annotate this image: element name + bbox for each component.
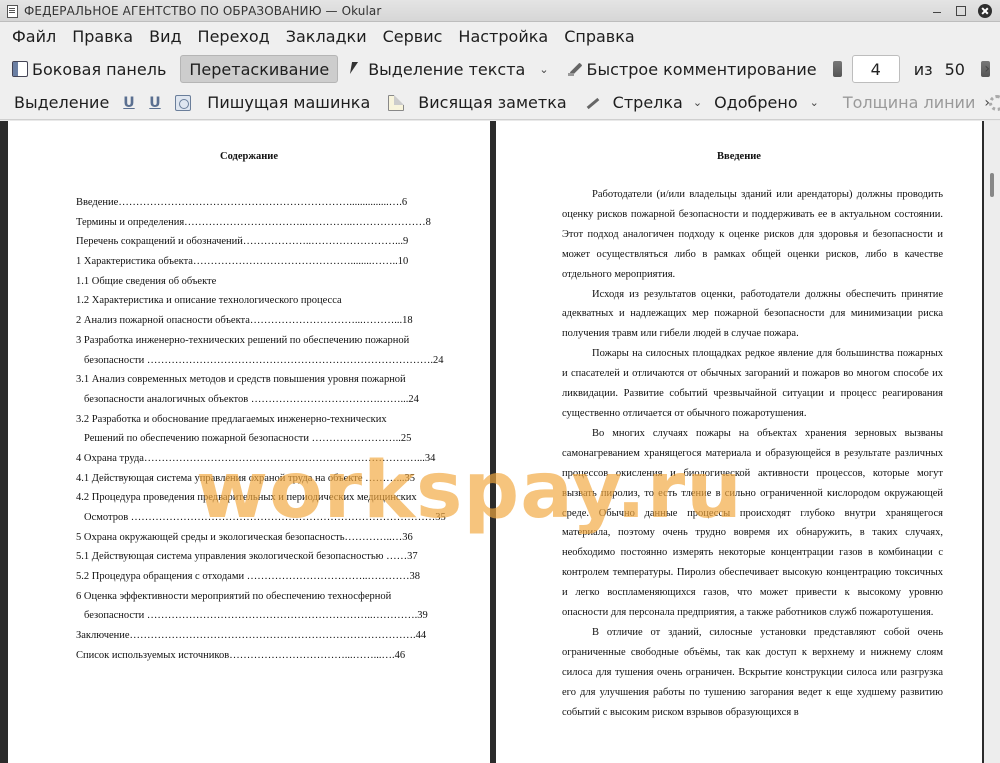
toolbar-overflow-icon[interactable]: › — [984, 61, 990, 77]
intro-body: Работодатели (и/или владельцы зданий или… — [562, 185, 943, 722]
arrow-tool-icon — [585, 95, 601, 111]
browse-tool-label: Перетаскивание — [189, 59, 330, 79]
strikeout-icon[interactable] — [175, 94, 192, 111]
toc-entry: 4.2 Процедура проведения предварительных… — [76, 492, 417, 504]
menu-bookmarks[interactable]: Закладки — [278, 23, 375, 51]
chevron-down-icon[interactable]: ⌄ — [539, 63, 548, 76]
paragraph: Исходя из результатов оценки, работодате… — [562, 288, 943, 340]
document-view[interactable]: Содержание Введение………………………………………………………… — [0, 121, 1000, 763]
page-total: 50 — [944, 59, 965, 79]
color-picker-icon[interactable] — [989, 94, 1000, 111]
note-icon — [388, 94, 405, 111]
okular-app-icon — [6, 4, 18, 18]
document-page-left: Содержание Введение………………………………………………………… — [8, 121, 490, 763]
arrow-tool-button[interactable]: Стрелка ⌄ — [579, 89, 708, 117]
stamp-tool-label: Одобрено — [714, 93, 798, 112]
highlight-tool-label: Выделение — [14, 93, 110, 112]
previous-page-icon[interactable] — [832, 61, 842, 77]
typewriter-tool-label: Пишущая машинка — [207, 93, 371, 112]
toc-entry: 3 Разработка инженерно-технических решен… — [76, 334, 410, 346]
toc-entry: 6 Оценка эффективности мероприятий по об… — [76, 590, 392, 602]
toc-entry: 3.2 Разработка и обоснование предлагаемы… — [76, 413, 387, 425]
toc-entry: 3.1 Анализ современных методов и средств… — [76, 374, 406, 386]
highlight-tool-button[interactable]: Выделение — [10, 89, 115, 117]
paragraph: Работодатели (и/или владельцы зданий или… — [562, 189, 943, 280]
text-selection-tool-button[interactable]: Выделение текста ⌄ — [342, 55, 554, 83]
toc-entry: 5 Охрана окружающей среды и экологическа… — [76, 531, 413, 543]
paragraph: Во многих случаях пожары на объектах хра… — [562, 427, 943, 619]
chevron-down-icon[interactable]: ⌄ — [693, 96, 702, 109]
table-of-contents: Введение…………………………………………………………..........… — [76, 193, 471, 666]
menu-file[interactable]: Файл — [4, 23, 64, 51]
quick-annotations-label: Быстрое комментирование — [586, 59, 817, 79]
toc-entry: Осмотров ……………………………………………………………………………35 — [84, 512, 446, 523]
toc-entry: Заключение……………………………………………………………………….44 — [76, 630, 427, 642]
toc-entry: 1 Характеристика объекта……………………………………….… — [76, 256, 409, 268]
main-toolbar: Боковая панель Перетаскивание Выделение … — [0, 52, 1000, 86]
annotation-toolbar: Выделение U U Пишущая машинка Висящая за… — [0, 86, 1000, 120]
toc-entry: 2 Анализ пожарной опасности объекта……………… — [76, 315, 413, 327]
toc-entry: 4 Охрана труда……………………………………………………………………… — [76, 452, 436, 464]
text-cursor-icon — [348, 61, 364, 77]
window-title: ФЕДЕРАЛЬНОЕ АГЕНТСТВО ПО ОБРАЗОВАНИЮ — O… — [24, 3, 382, 18]
squiggle-underline-icon[interactable]: U — [149, 95, 165, 111]
menu-edit[interactable]: Правка — [64, 23, 141, 51]
toc-entry: Введение…………………………………………………………..........… — [76, 197, 408, 208]
paragraph: В отличие от зданий, силосные установки … — [562, 626, 943, 718]
sidebar-toggle-button[interactable]: Боковая панель — [10, 55, 172, 83]
annotation-toolbar-overflow-icon[interactable]: › — [984, 95, 990, 111]
toc-entry: 4.1 Действующая система управления охран… — [76, 472, 416, 484]
menu-settings[interactable]: Настройка — [450, 23, 556, 51]
menu-view[interactable]: Вид — [141, 23, 189, 51]
page-number-input[interactable] — [851, 55, 900, 83]
toc-entry: 5.1 Действующая система управления эколо… — [76, 551, 418, 563]
toc-entry: безопасности ………………………………………………………..…………… — [84, 610, 428, 622]
paragraph: Пожары на силосных площадках редкое явле… — [562, 348, 943, 419]
underline-icon[interactable]: U — [123, 95, 139, 111]
menu-go[interactable]: Переход — [190, 23, 278, 51]
toc-entry: безопасности аналогичных объектов ………………… — [84, 393, 419, 405]
page-of-label: из — [913, 59, 933, 79]
browse-tool-button[interactable]: Перетаскивание — [180, 55, 339, 83]
scrollbar-thumb[interactable] — [990, 173, 994, 197]
line-width-selector[interactable]: Толщина линии — [837, 89, 982, 117]
toc-entry: Термины и определения……………………………..…………..… — [76, 216, 431, 228]
toc-entry: Решений по обеспечению пожарной безопасн… — [84, 433, 412, 445]
document-page-right: Введение Работодатели (и/или владельцы з… — [496, 121, 982, 763]
menu-help[interactable]: Справка — [556, 23, 643, 51]
toc-entry: 5.2 Процедура обращения с отходами ……………… — [76, 571, 420, 583]
sidebar-toggle-label: Боковая панель — [32, 59, 167, 79]
maximize-icon[interactable] — [954, 4, 968, 18]
menu-tools[interactable]: Сервис — [375, 23, 451, 51]
arrow-tool-label: Стрелка — [612, 93, 683, 112]
vertical-scrollbar[interactable] — [984, 121, 1000, 763]
toc-heading: Содержание — [220, 151, 278, 162]
text-selection-tool-label: Выделение текста — [368, 59, 526, 79]
typewriter-tool-button[interactable]: Пишущая машинка — [201, 89, 376, 117]
toc-entry: Список используемых источников…………………………… — [76, 649, 406, 661]
sidebar-icon — [12, 61, 28, 77]
toc-entry: безопасности ………………………………………………………………………… — [84, 354, 444, 366]
minimize-icon[interactable] — [930, 4, 944, 18]
toc-entry: 1.1 Общие сведения об объекте — [76, 275, 217, 287]
window-titlebar: ФЕДЕРАЛЬНОЕ АГЕНТСТВО ПО ОБРАЗОВАНИЮ — O… — [0, 0, 1000, 22]
inline-note-tool-button[interactable]: Висящая заметка — [382, 89, 572, 117]
toc-entry: Перечень сокращений и обозначений……………….… — [76, 236, 409, 248]
menu-bar: Файл Правка Вид Переход Закладки Сервис … — [0, 22, 1000, 52]
line-width-label: Толщина линии — [842, 93, 976, 112]
inline-note-tool-label: Висящая заметка — [418, 93, 567, 112]
quick-annotations-button[interactable]: Быстрое комментирование — [561, 55, 823, 83]
intro-heading: Введение — [717, 151, 761, 162]
stamp-tool-button[interactable]: Одобрено ⌄ — [708, 89, 825, 117]
close-icon[interactable] — [978, 3, 992, 18]
toc-entry: 1.2 Характеристика и описание технологич… — [76, 295, 342, 307]
chevron-down-icon[interactable]: ⌄ — [810, 96, 819, 109]
pen-icon — [567, 61, 583, 77]
